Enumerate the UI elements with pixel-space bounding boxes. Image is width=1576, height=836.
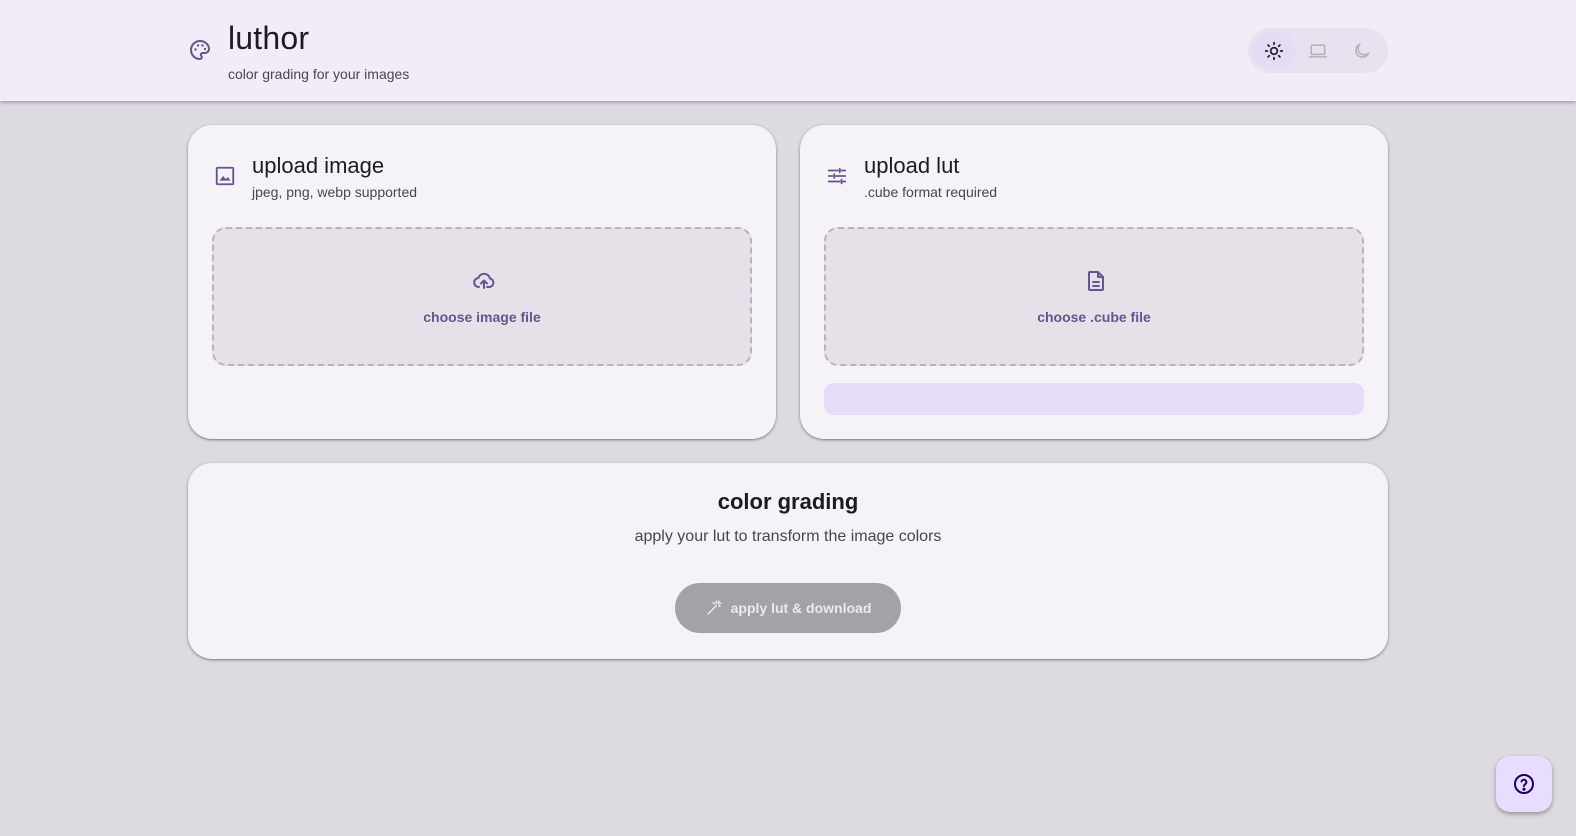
color-grading-title: color grading [717,489,859,514]
app-title: luthor [228,20,310,56]
help-button[interactable] [1496,756,1552,812]
choose-image-label: choose image file [423,309,541,325]
image-icon [215,166,235,186]
image-dropzone[interactable]: choose image file [212,227,752,366]
upload-image-title: upload image [252,153,385,178]
apply-lut-download-button[interactable]: apply lut & download [675,583,901,633]
choose-cube-label: choose .cube file [1037,309,1151,325]
cloud-upload-icon [473,272,495,289]
file-icon [1088,271,1104,291]
sliders-icon [827,167,847,185]
apply-button-label: apply lut & download [730,600,872,616]
upload-image-subtitle: jpeg, png, webp supported [252,184,418,200]
help-circle-icon [1514,774,1534,794]
theme-toggle [1248,28,1388,73]
palette-icon [190,40,210,60]
theme-light-button[interactable] [1252,32,1296,69]
upload-image-card: upload image jpeg, png, webp supported c… [188,125,776,439]
theme-system-button[interactable] [1296,32,1340,69]
magic-wand-icon [706,600,722,615]
color-grading-subtitle: apply your lut to transform the image co… [634,528,942,545]
laptop-icon [1308,43,1328,58]
lut-status-bar [824,383,1364,415]
moon-icon [1355,43,1370,58]
theme-dark-button[interactable] [1340,32,1384,69]
upload-lut-title: upload lut [864,153,960,178]
sun-icon [1264,41,1284,60]
app-subtitle: color grading for your images [228,66,410,82]
lut-dropzone[interactable]: choose .cube file [824,227,1364,366]
color-grading-card: color grading apply your lut to transfor… [188,463,1388,659]
upload-lut-subtitle: .cube format required [864,184,998,200]
upload-lut-card: upload lut .cube format required choose … [800,125,1388,439]
app-header: luthor color grading for your images [0,0,1576,101]
